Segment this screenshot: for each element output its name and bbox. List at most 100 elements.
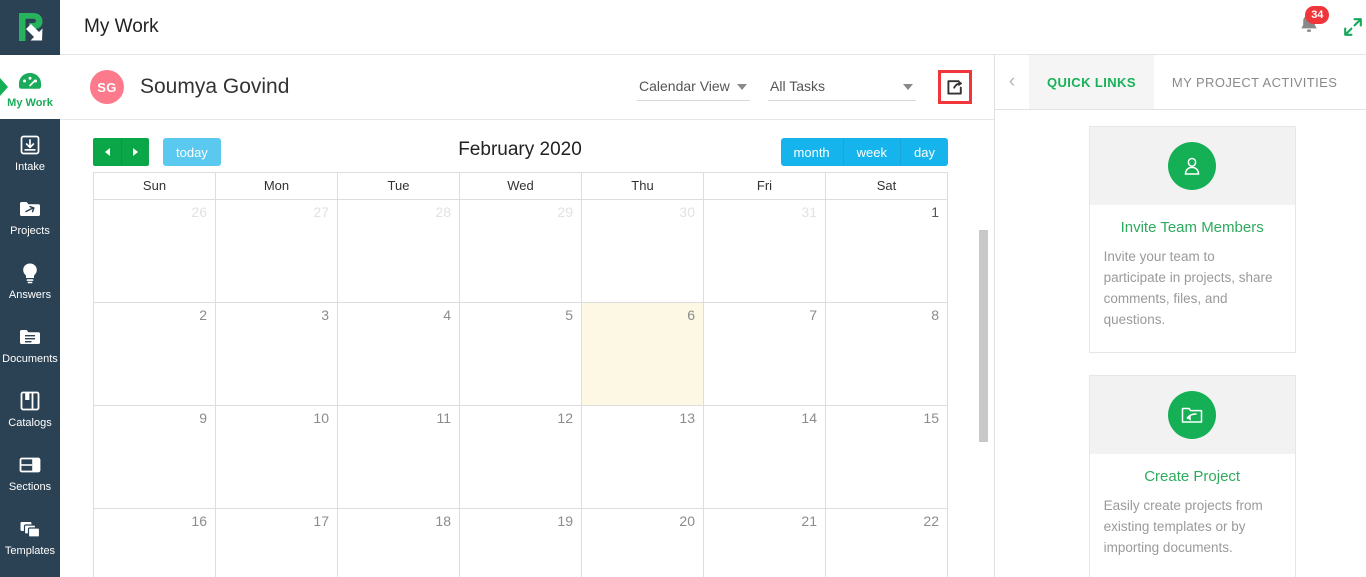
sidebar-item-label: Templates [5,545,55,557]
calendar-day-cell[interactable]: 4 [338,303,460,406]
calendar-day-cell[interactable]: 10 [216,406,338,509]
calendar-day-cell[interactable]: 26 [94,200,216,303]
quick-link-title: Invite Team Members [1090,205,1295,246]
task-filter-select[interactable]: All Tasks [768,74,916,101]
calendar-scroll-area: today February 2020 month week day Sun M… [60,120,994,577]
app-logo[interactable] [0,0,60,55]
calendar-prev-button[interactable] [93,138,121,166]
top-bar-actions: 34 [1297,12,1366,42]
calendar-today-button[interactable]: today [163,138,221,166]
expand-arrows-icon[interactable] [1343,17,1363,37]
calendar-day-cell[interactable]: 12 [460,406,582,509]
left-sidebar: My Work Intake Projects [0,0,60,577]
sidebar-item-label: Sections [9,481,51,493]
sidebar-item-my-work[interactable]: My Work [0,55,60,119]
calendar-day-cell[interactable]: 11 [338,406,460,509]
calendar-day-cell[interactable]: 9 [94,406,216,509]
sidebar-item-label: Catalogs [8,417,51,429]
calendar-day-cell[interactable]: 22 [826,509,948,577]
calendar-day-cell[interactable]: 20 [582,509,704,577]
calendar-toolbar: today February 2020 month week day [60,120,980,172]
book-icon [16,388,44,414]
calendar-day-cell[interactable]: 2 [94,303,216,406]
sidebar-item-catalogs[interactable]: Catalogs [0,375,60,439]
view-mode-select-value: Calendar View [637,78,750,94]
layout-panels-icon [16,452,44,478]
calendar-day-cell[interactable]: 31 [704,200,826,303]
calendar-day-headers: Sun Mon Tue Wed Thu Fri Sat [94,173,948,200]
calendar-day-cell[interactable]: 27 [216,200,338,303]
calendar-day-header: Wed [460,173,582,200]
folder-arrow-icon [16,196,44,222]
calendar-day-cell[interactable]: 19 [460,509,582,577]
calendar-day-cell[interactable]: 18 [338,509,460,577]
dashboard-icon [16,68,44,94]
filter-controls: Calendar View All Tasks [637,70,986,104]
calendar-day-cell[interactable]: 5 [460,303,582,406]
calendar-day-header: Tue [338,173,460,200]
quick-link-title: Create Project [1090,454,1295,495]
main-area: My Work 34 [60,0,1366,577]
calendar-day-cell[interactable]: 21 [704,509,826,577]
app-logo-icon [13,10,47,44]
right-panel-tabs: ‹ QUICK LINKS MY PROJECT ACTIVITIES › [995,55,1366,110]
calendar-nav-group [93,138,149,166]
sidebar-item-projects[interactable]: Projects [0,183,60,247]
quick-link-card-invite-team-members[interactable]: Invite Team Members Invite your team to … [1089,126,1296,353]
notifications-button[interactable]: 34 [1297,12,1323,42]
tabs-prev-arrow-icon[interactable]: ‹ [995,55,1029,109]
tabs-next-arrow-icon[interactable]: › [1355,55,1366,109]
sidebar-item-documents[interactable]: Documents [0,311,60,375]
calendar-view-week[interactable]: week [843,138,900,166]
tab-quick-links[interactable]: QUICK LINKS [1029,55,1154,109]
quick-link-icon-area [1090,127,1295,205]
calendar-day-cell[interactable]: 8 [826,303,948,406]
share-export-button[interactable] [938,70,972,104]
calendar-scrollbar[interactable] [979,188,988,573]
share-export-icon [946,78,964,96]
sidebar-item-sections[interactable]: Sections [0,439,60,503]
calendar-view-day[interactable]: day [900,138,948,166]
calendar-next-button[interactable] [121,138,149,166]
sidebar-item-intake[interactable]: Intake [0,119,60,183]
lightbulb-icon [16,260,44,286]
copy-stack-icon [16,516,44,542]
calendar-day-cell[interactable]: 13 [582,406,704,509]
tab-my-project-activities[interactable]: MY PROJECT ACTIVITIES [1154,55,1355,109]
view-mode-select[interactable]: Calendar View [637,74,750,101]
sidebar-item-templates[interactable]: Templates [0,503,60,567]
chevron-down-icon [737,84,747,90]
chevron-down-icon [903,84,913,90]
app-root: My Work Intake Projects [0,0,1366,577]
calendar-grid: Sun Mon Tue Wed Thu Fri Sat 26 27 [93,172,948,577]
avatar: SG [90,70,124,104]
notification-badge: 34 [1305,6,1329,24]
calendar-day-cell[interactable]: 28 [338,200,460,303]
calendar-week-row: 26 27 28 29 30 31 1 [94,200,948,303]
sidebar-item-label: Documents [2,353,58,365]
right-panel: ‹ QUICK LINKS MY PROJECT ACTIVITIES › [995,55,1366,577]
calendar-day-cell[interactable]: 16 [94,509,216,577]
calendar-day-cell[interactable]: 17 [216,509,338,577]
calendar-day-cell[interactable]: 29 [460,200,582,303]
calendar-day-cell[interactable]: 1 [826,200,948,303]
sidebar-item-reports[interactable]: Reports [0,567,60,577]
sidebar-item-answers[interactable]: Answers [0,247,60,311]
calendar-day-header: Sat [826,173,948,200]
calendar-day-cell[interactable]: 30 [582,200,704,303]
quick-link-card-create-project[interactable]: Create Project Easily create projects fr… [1089,375,1296,577]
calendar-view-month[interactable]: month [781,138,843,166]
calendar-scrollbar-thumb[interactable] [979,230,988,442]
sidebar-item-label: Answers [9,289,51,301]
user-name: Soumya Govind [140,75,289,99]
quick-link-description: Easily create projects from existing tem… [1090,495,1295,577]
calendar-day-cell-today[interactable]: 6 [582,303,704,406]
folder-create-icon [1168,391,1216,439]
sidebar-item-label: Intake [15,161,45,173]
calendar-week-row: 2 3 4 5 6 7 8 [94,303,948,406]
calendar-day-cell[interactable]: 14 [704,406,826,509]
calendar-day-cell[interactable]: 15 [826,406,948,509]
calendar-day-cell[interactable]: 3 [216,303,338,406]
calendar-day-cell[interactable]: 7 [704,303,826,406]
task-filter-select-value: All Tasks [768,78,916,94]
